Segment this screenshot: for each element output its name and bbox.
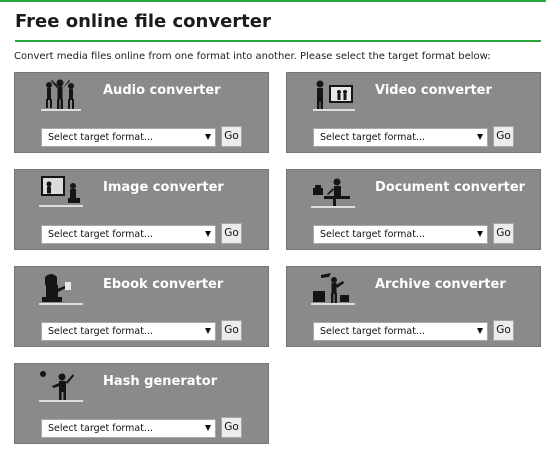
- dropdown-arrow-icon: [205, 425, 211, 431]
- archive-box-icon: [311, 273, 355, 305]
- select-value: Select target format...: [48, 326, 153, 337]
- dropdown-arrow-icon: [205, 231, 211, 237]
- select-value: Select target format...: [320, 132, 425, 143]
- ebook-reader-icon: [39, 274, 83, 305]
- dropdown-arrow-icon: [205, 328, 211, 334]
- card-title: Ebook converter: [103, 277, 224, 292]
- archive-go-button[interactable]: Go: [493, 320, 514, 341]
- hash-person-icon: [39, 371, 83, 402]
- audio-format-select[interactable]: Select target format...: [41, 128, 216, 147]
- hash-format-select[interactable]: Select target format...: [41, 419, 216, 438]
- image-go-button[interactable]: Go: [221, 223, 242, 244]
- card-title: Archive converter: [375, 277, 506, 292]
- video-format-select[interactable]: Select target format...: [313, 128, 488, 147]
- hash-go-button[interactable]: Go: [221, 417, 242, 438]
- document-desk-icon: [311, 178, 355, 208]
- audio-go-button[interactable]: Go: [221, 126, 242, 147]
- card-title: Image converter: [103, 180, 224, 195]
- title-divider: [15, 40, 541, 42]
- image-format-select[interactable]: Select target format...: [41, 225, 216, 244]
- image-frame-icon: [39, 176, 83, 207]
- video-converter-card: Video converter Select target format... …: [286, 72, 541, 153]
- dropdown-arrow-icon: [477, 231, 483, 237]
- select-value: Select target format...: [48, 423, 153, 434]
- select-value: Select target format...: [320, 326, 425, 337]
- video-go-button[interactable]: Go: [493, 126, 514, 147]
- intro-text: Convert media files online from one form…: [14, 51, 491, 62]
- ebook-go-button[interactable]: Go: [221, 320, 242, 341]
- select-value: Select target format...: [48, 229, 153, 240]
- card-title: Hash generator: [103, 374, 218, 389]
- audio-converter-card: Audio converter Select target format... …: [14, 72, 269, 153]
- ebook-format-select[interactable]: Select target format...: [41, 322, 216, 341]
- select-value: Select target format...: [48, 132, 153, 143]
- top-accent-line: [0, 0, 546, 2]
- card-title: Document converter: [375, 180, 526, 195]
- video-person-icon: [313, 80, 355, 111]
- hash-generator-card: Hash generator Select target format... G…: [14, 363, 269, 444]
- archive-converter-card: Archive converter Select target format..…: [286, 266, 541, 347]
- document-go-button[interactable]: Go: [493, 223, 514, 244]
- image-converter-card: Image converter Select target format... …: [14, 169, 269, 250]
- dropdown-arrow-icon: [205, 134, 211, 140]
- dropdown-arrow-icon: [477, 134, 483, 140]
- document-format-select[interactable]: Select target format...: [313, 225, 488, 244]
- audio-people-icon: [41, 79, 81, 111]
- document-converter-card: Document converter Select target format.…: [286, 169, 541, 250]
- card-title: Audio converter: [103, 83, 221, 98]
- card-title: Video converter: [375, 83, 492, 98]
- select-value: Select target format...: [320, 229, 425, 240]
- archive-format-select[interactable]: Select target format...: [313, 322, 488, 341]
- ebook-converter-card: Ebook converter Select target format... …: [14, 266, 269, 347]
- dropdown-arrow-icon: [477, 328, 483, 334]
- page-title: Free online file converter: [15, 11, 271, 32]
